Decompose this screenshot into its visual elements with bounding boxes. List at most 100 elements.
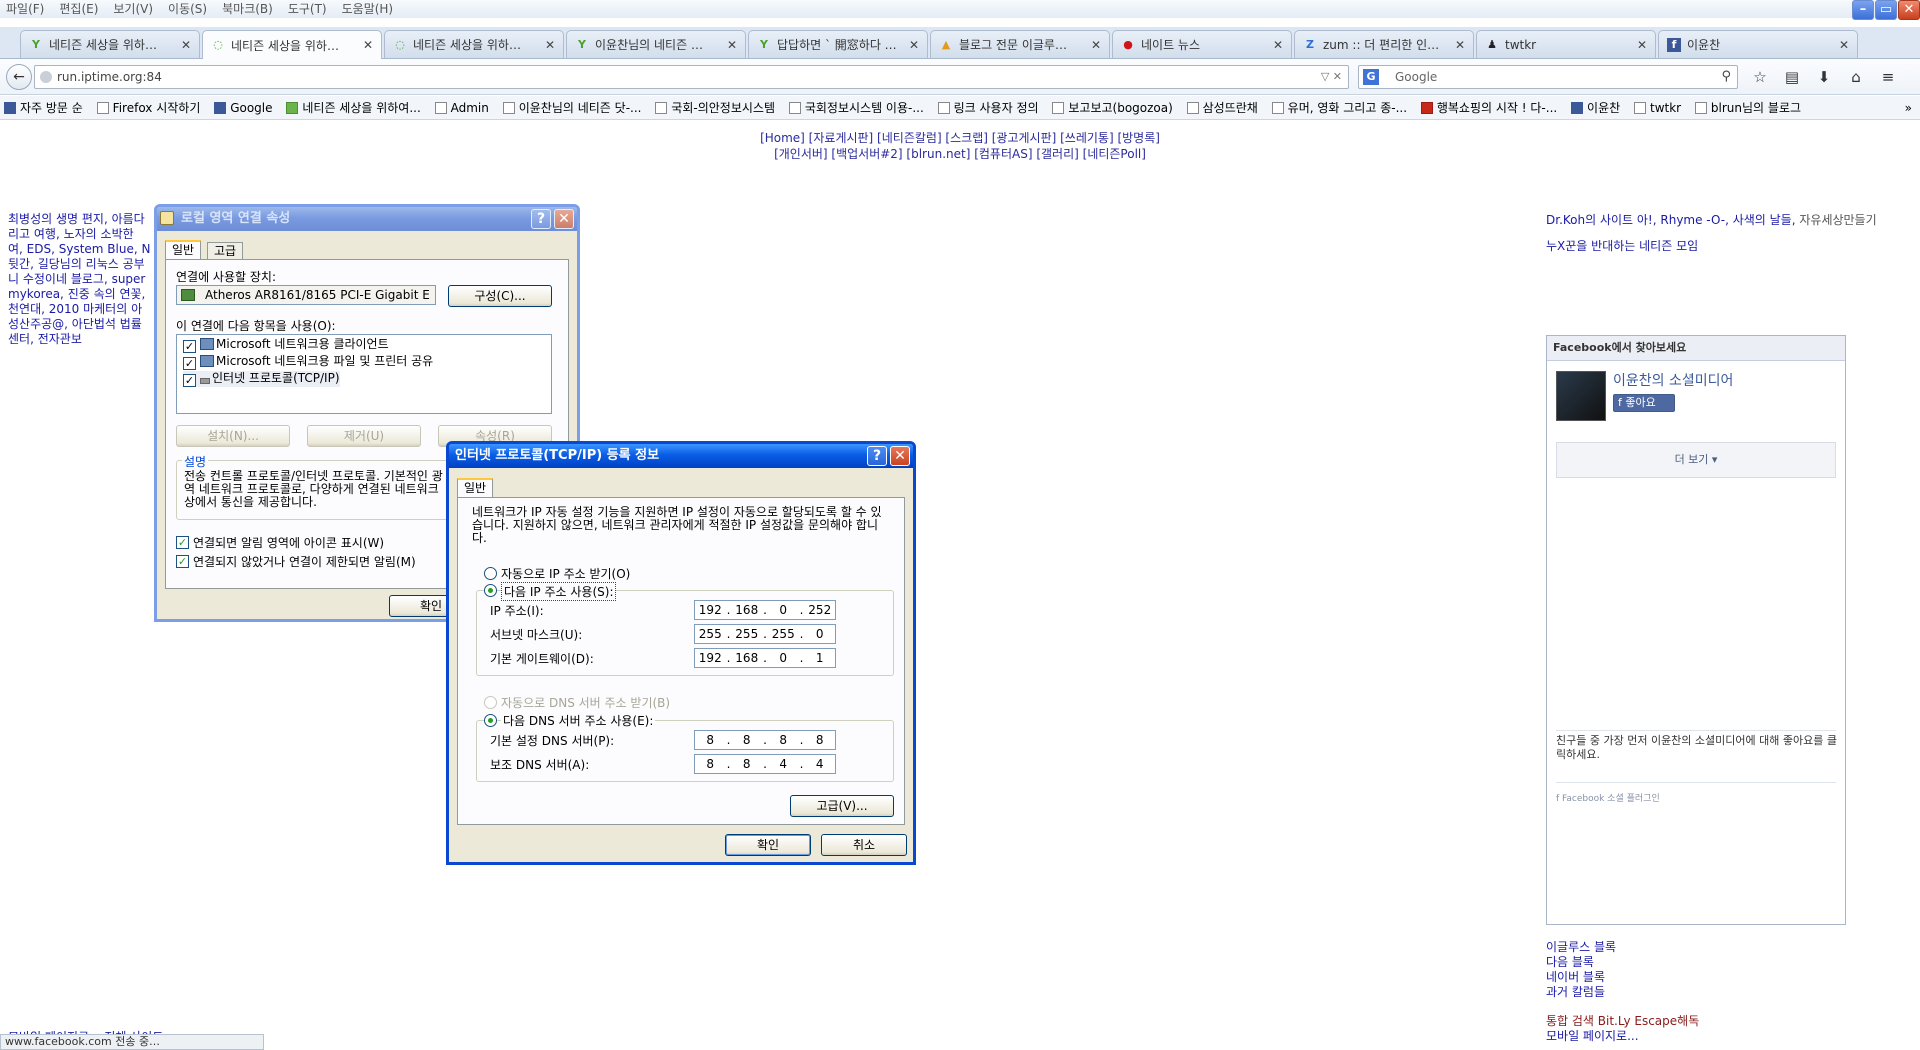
tab-10[interactable]: f 이윤찬 ✕: [1658, 30, 1858, 58]
facebook-more-button[interactable]: 더 보기 ▾: [1556, 442, 1836, 478]
search-icon[interactable]: ⚲: [1721, 66, 1731, 88]
close-button[interactable]: ✕: [890, 446, 910, 466]
bookmark-item[interactable]: 유머, 영화 그리고 종-...: [1271, 96, 1407, 119]
bookmark-item[interactable]: 삼성뜨란채: [1186, 96, 1258, 119]
tab-close-icon[interactable]: ✕: [1091, 38, 1101, 52]
menu-view[interactable]: 보기(V): [107, 0, 162, 17]
google-icon[interactable]: G: [1363, 69, 1379, 85]
blog-links[interactable]: Dr.Koh의 사이트 아!, Rhyme -O-, 사색의 날들,: [1546, 213, 1799, 227]
facebook-plugin-link[interactable]: f Facebook 소셜 플러그인: [1556, 791, 1660, 804]
home-icon[interactable]: ⌂: [1842, 67, 1870, 87]
manual-dns-radio[interactable]: [484, 714, 497, 727]
bookmark-item[interactable]: blrun님의 블로그: [1694, 96, 1801, 119]
checkbox[interactable]: ✓: [183, 374, 196, 387]
tab-general[interactable]: 일반: [457, 478, 494, 498]
alternate-dns-field[interactable]: 8.8.4.4: [694, 754, 836, 774]
hamburger-menu-icon[interactable]: ≡: [1874, 67, 1902, 87]
bookmark-item[interactable]: 보고보고(bogozoa): [1052, 96, 1173, 119]
list-item[interactable]: ✓ Microsoft 네트워크용 클라이언트: [183, 337, 389, 353]
tab-5[interactable]: Y 답답하면 ` 開窓하다 … ✕: [748, 30, 928, 58]
close-button[interactable]: ✕: [554, 209, 574, 229]
menu-tools[interactable]: 도구(T): [282, 0, 336, 17]
mobile-page-link[interactable]: 모바일 페이지로...: [1546, 1029, 1916, 1044]
tab-general[interactable]: 일반: [165, 240, 202, 260]
link-line[interactable]: 리고 여행, 노자의 소박한 ​: [8, 227, 160, 242]
checkbox[interactable]: ✓: [183, 357, 196, 370]
bookmark-item[interactable]: Firefox 시작하기: [96, 96, 200, 119]
bookmark-item[interactable]: 이윤찬님의 네티즌 닷-...: [502, 96, 641, 119]
egloos-block-link[interactable]: 이글루스 블록: [1546, 940, 1916, 955]
blog-link-gray[interactable]: 자유세상만들기: [1799, 213, 1876, 227]
menu-help[interactable]: 도움말(H): [336, 0, 403, 17]
tab-close-icon[interactable]: ✕: [363, 38, 373, 52]
help-button[interactable]: ?: [867, 446, 887, 466]
past-columns-link[interactable]: 과거 칼럼들: [1546, 985, 1916, 1000]
facebook-page-title[interactable]: 이윤찬의 소셜미디어: [1613, 370, 1733, 390]
minimize-button[interactable]: –: [1852, 0, 1874, 20]
bookmark-item[interactable]: 국회-의안정보시스템: [655, 96, 775, 119]
bookmark-item[interactable]: Admin: [434, 96, 489, 119]
advanced-button[interactable]: 고급(V)...: [790, 795, 894, 817]
manual-ip-radio[interactable]: [484, 584, 497, 597]
bookmark-item[interactable]: 행복쇼핑의 시작 ! 다-...: [1420, 96, 1557, 119]
daum-block-link[interactable]: 다음 블록: [1546, 955, 1916, 970]
site-nav-line-2[interactable]: [개인서버] [백업서버#2] [blrun.net] [컴퓨터AS] [갤러리…: [0, 146, 1920, 162]
list-item[interactable]: ✓ Microsoft 네트워크용 파일 및 프린터 공유: [183, 354, 433, 370]
auto-dns-radio[interactable]: [484, 696, 497, 709]
tab-close-icon[interactable]: ✕: [545, 38, 555, 52]
gateway-field[interactable]: 192. 168. 0. 1: [694, 648, 836, 668]
url-dropdown-icon[interactable]: ▽ ✕: [1321, 66, 1342, 88]
tab-close-icon[interactable]: ✕: [727, 38, 737, 52]
bitly-escape-link[interactable]: 통합 검색 Bit.Ly Escape해독: [1546, 1014, 1916, 1029]
tab-4[interactable]: Y 이윤찬님의 네티즌 … ✕: [566, 30, 746, 58]
bookmark-item[interactable]: 네티즌 세상을 위하여...: [286, 96, 421, 119]
tab-7[interactable]: ● 네이트 뉴스 ✕: [1112, 30, 1292, 58]
configure-button[interactable]: 구성(C)...: [448, 285, 552, 307]
tab-2-active[interactable]: ◌ 네티즌 세상을 위하… ✕: [202, 30, 382, 59]
tab-close-icon[interactable]: ✕: [1637, 38, 1647, 52]
tab-close-icon[interactable]: ✕: [181, 38, 191, 52]
link-line[interactable]: mykorea, 진중 속의 연꽃,: [8, 287, 160, 302]
link-line[interactable]: 천연대, 2010 마케터의 아: [8, 302, 160, 317]
tab-6[interactable]: ▲ 블로그 전문 이글루… ✕: [930, 30, 1110, 58]
tab-close-icon[interactable]: ✕: [1273, 38, 1283, 52]
url-bar[interactable]: run.iptime.org:84 ▽ ✕: [34, 65, 1349, 89]
bookmarks-overflow-icon[interactable]: »: [1905, 96, 1912, 119]
naver-block-link[interactable]: 네이버 블록: [1546, 970, 1916, 985]
tab-close-icon[interactable]: ✕: [909, 38, 919, 52]
bookmark-item[interactable]: 국회정보시스템 이용-...: [788, 96, 924, 119]
tab-8[interactable]: Zzum :: 더 편리한 인… ✕: [1294, 30, 1474, 58]
link-line[interactable]: 성산주공@, 아단법석 법률: [8, 317, 160, 332]
subnet-mask-field[interactable]: 255. 255. 255. 0: [694, 624, 836, 644]
tab-3[interactable]: ◌ 네티즌 세상을 위하… ✕: [384, 30, 564, 58]
auto-ip-radio[interactable]: [484, 567, 497, 580]
tab-close-icon[interactable]: ✕: [1455, 38, 1465, 52]
menu-go[interactable]: 이동(S): [162, 0, 216, 17]
link-line[interactable]: 여, EDS, System Blue, N: [8, 242, 160, 257]
bookmarks-menu-icon[interactable]: ▤: [1778, 67, 1806, 87]
bookmark-item[interactable]: twtkr: [1633, 96, 1681, 119]
ok-button[interactable]: 확인: [725, 834, 811, 856]
restore-button[interactable]: ▭: [1875, 0, 1897, 20]
preferred-dns-field[interactable]: 8.8.8.8: [694, 730, 836, 750]
notify-checkbox[interactable]: ✓: [176, 555, 189, 568]
link-line[interactable]: 최병성의 생명 편지, 아름다: [8, 212, 160, 227]
cancel-button[interactable]: 취소: [821, 834, 907, 856]
bookmark-item[interactable]: 링크 사용자 정의: [937, 96, 1039, 119]
page-avatar[interactable]: [1556, 371, 1606, 421]
components-list[interactable]: ✓ Microsoft 네트워크용 클라이언트 ✓ Microsoft 네트워크용 …: [176, 334, 552, 414]
search-bar[interactable]: G Google ⚲: [1358, 65, 1738, 89]
bookmark-item[interactable]: 이윤찬: [1571, 96, 1620, 119]
dialog-titlebar[interactable]: 로컬 영역 연결 속성: [157, 207, 577, 231]
bookmark-item[interactable]: Google: [214, 96, 273, 119]
dialog-titlebar[interactable]: 인터넷 프로토콜(TCP/IP) 등록 정보: [449, 444, 913, 468]
link-line[interactable]: 니 수정이네 블로그, super: [8, 272, 160, 287]
menu-bookmarks[interactable]: 북마크(B): [216, 0, 282, 17]
tab-1[interactable]: Y 네티즌 세상을 위하… ✕: [20, 30, 200, 58]
site-nav-line-1[interactable]: [Home] [자료게시판] [네티즌칼럼] [스크랩] [광고게시판] [쓰레…: [0, 130, 1920, 146]
list-item-selected[interactable]: ✓ 인터넷 프로토콜(TCP/IP): [183, 371, 340, 387]
bookmark-star-icon[interactable]: ☆: [1746, 67, 1774, 87]
ip-address-field[interactable]: 192. 168. 0. 252: [694, 600, 836, 620]
help-button[interactable]: ?: [531, 209, 551, 229]
close-window-button[interactable]: ✕: [1898, 0, 1920, 20]
